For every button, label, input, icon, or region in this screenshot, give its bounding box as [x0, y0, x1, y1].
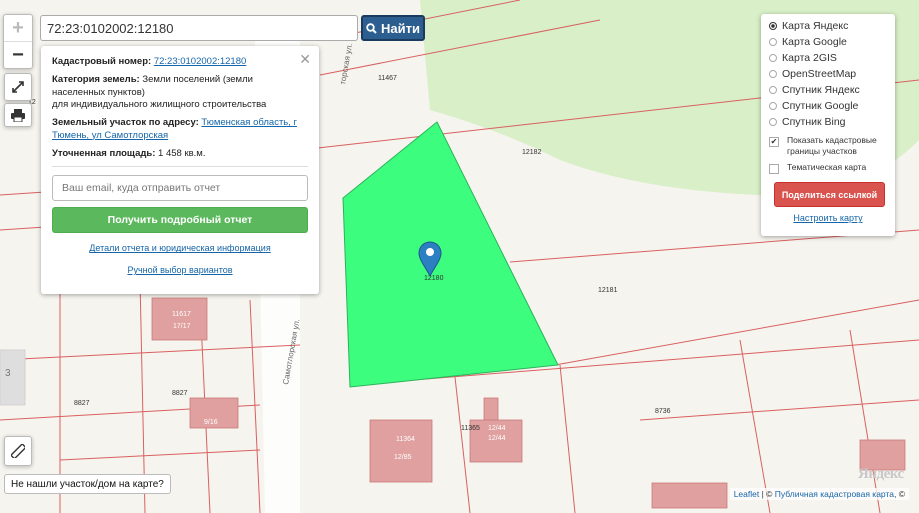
configure-map-link[interactable]: Настроить карту [769, 213, 887, 223]
zoom-in-button[interactable]: + [4, 15, 32, 42]
basemap-option-label: Карта 2GIS [782, 52, 837, 64]
building-label: 12/44 [488, 425, 506, 432]
yandex-logo: Яндекс [858, 466, 904, 482]
fullscreen-button[interactable] [4, 73, 32, 101]
cadastral-checkbox[interactable]: ✔ [769, 137, 779, 147]
get-report-button[interactable]: Получить подробный отчет [52, 207, 308, 234]
address-row: Земельный участок по адресу: Тюменская о… [52, 117, 308, 142]
parcel-label: 3 [5, 368, 11, 379]
attribution-separator: | © [759, 489, 775, 499]
search-icon [366, 22, 377, 34]
building-label: 12/85 [394, 454, 412, 461]
find-button-label: Найти [381, 20, 420, 36]
area-label: Уточненная площадь: [52, 148, 156, 160]
printer-icon [11, 108, 25, 122]
basemap-option-label: Карта Google [782, 36, 847, 48]
find-button[interactable]: Найти [361, 15, 425, 41]
parcel-label: 8827 [74, 400, 90, 407]
cadastral-number-row: Кадастровый номер: 72:23:0102002:12180 [52, 56, 308, 68]
basemap-option-label: Спутник Яндекс [782, 84, 860, 96]
report-details-link[interactable]: Детали отчета и юридическая информация [89, 243, 270, 253]
basemap-option-label: Спутник Google [782, 100, 859, 112]
parcel-label: 11365 [461, 425, 480, 432]
parcel-info-panel: ✕ Кадастровый номер: 72:23:0102002:12180… [41, 46, 319, 294]
leaflet-link[interactable]: Leaflet [734, 489, 760, 499]
radio-button[interactable] [769, 22, 777, 30]
building-label: 12/44 [488, 435, 506, 442]
building-label: 11364 [396, 436, 415, 443]
expand-icon [12, 81, 24, 93]
attribution-tail: , © [894, 489, 905, 499]
cadastral-number-link[interactable]: 72:23:0102002:12180 [154, 56, 246, 67]
address-label: Земельный участок по адресу: [52, 117, 199, 129]
divider [52, 166, 308, 168]
cadastral-toggle[interactable]: ✔ Показать кадастровые границы участков [769, 135, 887, 157]
basemap-option[interactable]: Спутник Bing [769, 114, 887, 130]
parcel-label: 12182 [522, 149, 542, 156]
map-attribution: Leaflet | © Публичная кадастровая карта,… [729, 488, 909, 500]
basemap-option-label: Карта Яндекс [782, 20, 849, 32]
cadastral-search-input[interactable] [40, 15, 358, 41]
radio-button[interactable] [769, 118, 777, 126]
area-value: 1 458 кв.м. [158, 148, 206, 160]
basemap-radio-list: Карта Яндекс Карта Google Карта 2GIS OpenSt… [769, 18, 887, 130]
ruler-icon [11, 444, 25, 458]
radio-button[interactable] [769, 102, 777, 110]
cadastral-map-link[interactable]: Публичная кадастровая карта [775, 489, 894, 499]
basemap-option[interactable]: Карта Google [769, 34, 887, 50]
print-button[interactable] [4, 103, 32, 127]
basemap-option[interactable]: Спутник Google [769, 98, 887, 114]
share-link-button[interactable]: Поделиться ссылкой [774, 182, 885, 208]
thematic-checkbox[interactable] [769, 164, 779, 175]
close-icon[interactable]: ✕ [299, 50, 311, 68]
basemap-option[interactable]: Карта Яндекс [769, 18, 887, 34]
basemap-option[interactable]: Карта 2GIS [769, 50, 887, 66]
thematic-toggle-label: Тематическая карта [787, 162, 867, 173]
area-row: Уточненная площадь: 1 458 кв.м. [52, 148, 308, 160]
land-category-row: Категория земель: Земли поселений (земли… [52, 74, 308, 111]
parcel-label: 11467 [378, 75, 397, 82]
zoom-control: + − [3, 14, 33, 69]
radio-button[interactable] [769, 86, 777, 94]
cadastral-toggle-label: Показать кадастровые границы участков [787, 135, 877, 157]
basemap-option[interactable]: Спутник Яндекс [769, 82, 887, 98]
building-label: 9/16 [204, 419, 218, 426]
radio-button[interactable] [769, 54, 777, 62]
manual-selection-link[interactable]: Ручной выбор вариантов [127, 265, 232, 275]
ruler-button[interactable] [4, 436, 32, 466]
basemap-option[interactable]: OpenStreetMap [769, 66, 887, 82]
email-field[interactable] [52, 175, 308, 202]
building-label: 8827 [172, 390, 188, 397]
not-found-button[interactable]: Не нашли участок/дом на карте? [4, 474, 171, 494]
building-label: 17/17 [173, 323, 191, 330]
parcel-label: 8736 [655, 408, 671, 415]
basemap-option-label: Спутник Bing [782, 116, 846, 128]
parcel-label: 12180 [424, 275, 444, 282]
building-label: 11617 [172, 311, 191, 318]
land-category-label: Категория земель: [52, 74, 140, 86]
land-use-value: для индивидуального жилищного строительс… [52, 99, 267, 111]
cadastral-number-label: Кадастровый номер: [52, 56, 152, 67]
layers-panel: Карта Яндекс Карта Google Карта 2GIS OpenSt… [761, 14, 895, 236]
basemap-option-label: OpenStreetMap [782, 68, 857, 80]
radio-button[interactable] [769, 38, 777, 46]
parcel-label: 12181 [598, 287, 618, 294]
thematic-toggle[interactable]: Тематическая карта [769, 162, 887, 175]
radio-button[interactable] [769, 70, 777, 78]
zoom-out-button[interactable]: − [4, 42, 32, 68]
